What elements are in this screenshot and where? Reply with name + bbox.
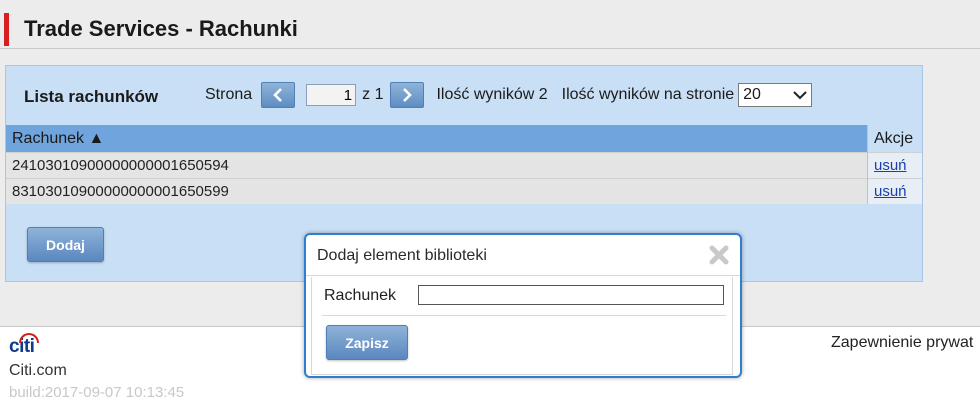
dialog-header: Dodaj element biblioteki xyxy=(306,235,740,276)
action-cell: usuń xyxy=(867,152,922,179)
privacy-link[interactable]: Zapewnienie prywat xyxy=(831,334,973,352)
accounts-table: Rachunek ▲ Akcje 24103010900000000001650… xyxy=(6,125,922,204)
chevron-left-icon xyxy=(273,88,283,102)
citi-logo[interactable]: citi xyxy=(9,333,39,358)
logo-arc-icon xyxy=(19,333,39,343)
account-field[interactable] xyxy=(418,285,724,305)
action-cell: usuń xyxy=(867,178,922,204)
citi-com-link[interactable]: Citi.com xyxy=(9,362,67,380)
pagination: Strona z 1 Ilość wyników 2 Ilość wyników… xyxy=(205,80,813,110)
accounts-toolbar: Lista rachunków Strona z 1 Ilość wyników… xyxy=(6,66,922,125)
account-number-cell: 83103010900000000001650599 xyxy=(6,178,868,204)
header-accent-bar xyxy=(4,13,9,46)
chevron-down-icon xyxy=(793,91,807,100)
save-button[interactable]: Zapisz xyxy=(326,325,408,360)
account-number-cell: 24103010900000000001650594 xyxy=(6,152,868,179)
add-library-element-dialog: Dodaj element biblioteki Rachunek Zapisz xyxy=(304,233,742,378)
prev-page-button[interactable] xyxy=(261,82,296,108)
column-header-actions: Akcje xyxy=(867,125,922,153)
delete-link[interactable]: usuń xyxy=(874,183,907,200)
list-title: Lista rachunków xyxy=(24,87,159,106)
build-info: build:2017-09-07 10:13:45 xyxy=(9,384,185,401)
table-header-row: Rachunek ▲ Akcje xyxy=(6,125,922,153)
page-number-input[interactable] xyxy=(306,84,357,106)
dialog-divider xyxy=(322,315,726,316)
delete-link[interactable]: usuń xyxy=(874,157,907,174)
page-label: Strona xyxy=(205,86,253,103)
account-field-label: Rachunek xyxy=(324,287,397,304)
page-total: z 1 xyxy=(362,86,384,103)
add-button[interactable]: Dodaj xyxy=(27,227,104,262)
per-page-value: 20 xyxy=(743,86,761,103)
page-header: Trade Services - Rachunki xyxy=(0,0,980,49)
chevron-right-icon xyxy=(403,88,413,102)
dialog-body: Rachunek Zapisz xyxy=(311,277,733,375)
per-page-select[interactable]: 20 xyxy=(738,83,813,107)
per-page-label: Ilość wyników na stronie xyxy=(561,86,735,103)
column-header-account[interactable]: Rachunek ▲ xyxy=(6,125,868,153)
results-count: Ilość wyników 2 xyxy=(436,86,548,103)
next-page-button[interactable] xyxy=(390,82,425,108)
table-row: 83103010900000000001650599 usuń xyxy=(6,178,922,204)
dialog-title: Dodaj element biblioteki xyxy=(317,247,487,264)
close-icon[interactable] xyxy=(708,244,730,266)
table-row: 24103010900000000001650594 usuń xyxy=(6,152,922,179)
page-title: Trade Services - Rachunki xyxy=(24,16,298,41)
